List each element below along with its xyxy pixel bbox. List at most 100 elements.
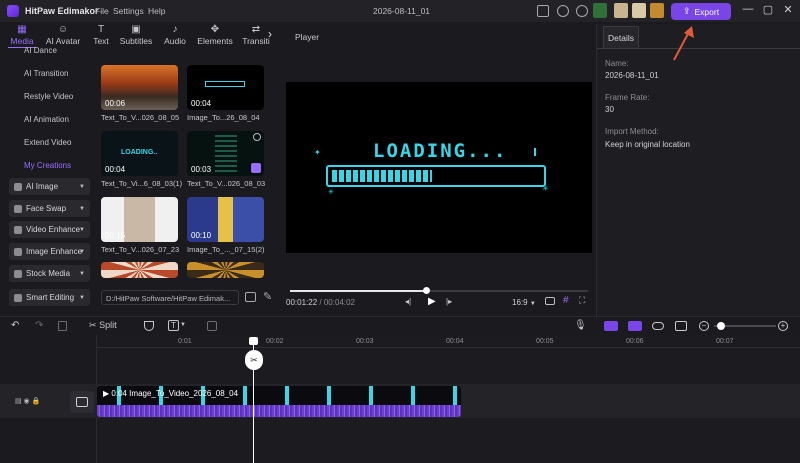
fullscreen-icon[interactable]: ⛶ — [579, 295, 585, 306]
nav-smart-editing[interactable]: Smart Editing ▼ — [9, 289, 90, 306]
import-method-label: Import Method: — [605, 127, 659, 136]
nav-restyle-video[interactable]: Restyle Video — [24, 92, 73, 101]
chevron-down-icon: ▼ — [79, 205, 85, 212]
edit-path-icon[interactable]: ✎ — [263, 290, 272, 303]
chevron-down-icon: ▼ — [79, 294, 85, 301]
tab-elements[interactable]: ✥ Elements — [196, 24, 234, 46]
track-controls[interactable]: ▤ ◉ 🔒 — [15, 397, 40, 405]
tab-audio[interactable]: ♪ Audio — [162, 24, 188, 46]
elements-icon: ✥ — [210, 24, 220, 35]
media-thumbnail[interactable]: 00:15 — [101, 197, 178, 242]
close-icon[interactable]: ✕ — [781, 3, 795, 16]
ai-tool-icon[interactable] — [593, 3, 607, 18]
folder-icon[interactable] — [245, 292, 256, 302]
media-thumbnail[interactable] — [101, 262, 178, 278]
tabs-next-icon[interactable]: › — [268, 27, 272, 41]
frame-rate-label: Frame Rate: — [605, 93, 650, 102]
seek-bar[interactable] — [290, 287, 588, 294]
nav-ai-image[interactable]: AI Image ▼ — [9, 178, 90, 195]
snapshot-icon[interactable] — [545, 297, 555, 305]
export-button[interactable]: ⇪ Export — [671, 3, 731, 20]
chevron-down-icon[interactable]: ▼ — [180, 322, 186, 328]
nav-face-swap[interactable]: Face Swap ▼ — [9, 200, 90, 217]
export-frame-icon[interactable] — [207, 321, 217, 331]
seek-bar-progress — [290, 290, 426, 292]
chevron-down-icon: ▼ — [79, 248, 85, 255]
name-label: Name: — [605, 59, 629, 68]
microphone-icon[interactable]: 🎙 — [574, 320, 587, 331]
tab-text[interactable]: T Text — [89, 24, 113, 46]
feedback-icon[interactable] — [557, 5, 569, 17]
sparkle-icon — [534, 148, 536, 156]
split-scissors-icon[interactable]: ✂ — [245, 350, 263, 370]
tab-subtitles[interactable]: ▣ Subtitles — [118, 24, 154, 46]
menu-help[interactable]: Help — [148, 6, 165, 16]
shield-icon[interactable] — [144, 321, 154, 331]
add-media-button[interactable] — [70, 391, 94, 413]
tab-transitions[interactable]: ⇄ Transiti — [241, 24, 271, 46]
nav-extend-video[interactable]: Extend Video — [24, 138, 71, 147]
nav-ai-animation[interactable]: AI Animation — [24, 115, 69, 124]
nav-my-creations[interactable]: My Creations — [24, 161, 71, 170]
divider — [597, 48, 800, 49]
nav-ai-dance[interactable]: AI Dance — [24, 46, 57, 55]
tab-details[interactable]: Details — [603, 26, 639, 48]
text-add-icon[interactable]: T — [168, 320, 179, 331]
loading-bar-fill — [332, 170, 432, 182]
nav-video-enhance[interactable]: Video Enhance ▼ — [9, 221, 90, 238]
media-thumbnail[interactable]: 00:10 — [187, 197, 264, 242]
zoom-slider[interactable] — [714, 322, 776, 330]
nav-image-enhance[interactable]: Image Enhance ▼ — [9, 243, 90, 260]
tab-ai-avatar[interactable]: ☺ AI Avatar — [44, 24, 82, 46]
layout-icon[interactable] — [537, 5, 549, 17]
undo-icon[interactable]: ↶ — [11, 320, 19, 331]
video-preview[interactable]: LOADING... ✦ ✳ ✳ — [286, 82, 592, 253]
play-icon[interactable]: ▶ — [428, 296, 436, 307]
fit-icon[interactable] — [675, 321, 687, 331]
aspect-ratio-select[interactable]: 16:9 ▼ — [512, 298, 536, 307]
split-button[interactable]: ✂ Split — [89, 320, 117, 331]
next-frame-icon[interactable]: |▸ — [446, 297, 452, 306]
export-icon: ⇪ — [682, 6, 691, 16]
zoom-in-icon[interactable]: + — [778, 321, 788, 331]
ruler-label: 00:06 — [626, 338, 644, 345]
media-thumbnail[interactable]: 00:06 — [101, 65, 178, 110]
user-avatar-icon[interactable] — [650, 3, 664, 18]
gift-icon[interactable] — [614, 3, 628, 18]
annotation-arrow-icon — [673, 26, 694, 61]
delete-icon[interactable] — [58, 321, 67, 331]
media-thumbnail[interactable]: 00:04 — [187, 65, 264, 110]
smart-editing-icon — [14, 293, 22, 302]
nav-stock-media[interactable]: Stock Media ▼ — [9, 265, 90, 282]
download-icon[interactable] — [576, 5, 588, 17]
magnet-icon[interactable] — [628, 321, 642, 331]
video-clip[interactable]: ▶ 0:04 Image_To_Video_2026_08_04 — [97, 386, 461, 417]
minimize-icon[interactable]: — — [741, 3, 755, 15]
media-thumbnail[interactable]: 00:03 — [187, 131, 264, 176]
media-icon: ▦ — [17, 24, 27, 35]
zoom-out-icon[interactable]: − — [699, 321, 709, 331]
chevron-down-icon: ▼ — [79, 226, 85, 233]
media-path-field[interactable]: D:/HitPaw Software/HitPaw Edimak... — [101, 290, 239, 305]
media-thumbnail[interactable] — [187, 262, 264, 278]
import-method-value: Keep in original location — [605, 140, 690, 149]
promo-icon[interactable] — [632, 3, 646, 18]
zoom-slider-handle[interactable] — [717, 322, 726, 330]
nav-ai-transition[interactable]: AI Transition — [24, 69, 68, 78]
history-icon[interactable] — [253, 133, 261, 141]
menu-file[interactable]: File — [95, 6, 109, 16]
menu-settings[interactable]: Settings — [113, 6, 144, 16]
link-icon[interactable] — [604, 321, 618, 331]
media-library: 00:06 Text_To_V...026_08_05 00:04 Image_… — [95, 48, 283, 316]
loading-text: LOADING... — [373, 140, 508, 162]
maximize-icon[interactable]: ▢ — [761, 3, 775, 16]
seek-handle[interactable] — [422, 287, 430, 294]
audio-icon: ♪ — [172, 24, 178, 35]
playhead-handle[interactable] — [249, 337, 258, 345]
frame-rate-value: 30 — [605, 105, 614, 114]
redo-icon[interactable]: ↷ — [35, 320, 43, 331]
prev-frame-icon[interactable]: ◂| — [405, 297, 411, 306]
media-thumbnail[interactable]: LOADING.. 00:04 — [101, 131, 178, 176]
grid-icon[interactable]: # — [563, 295, 569, 306]
chain-icon[interactable] — [652, 322, 664, 330]
